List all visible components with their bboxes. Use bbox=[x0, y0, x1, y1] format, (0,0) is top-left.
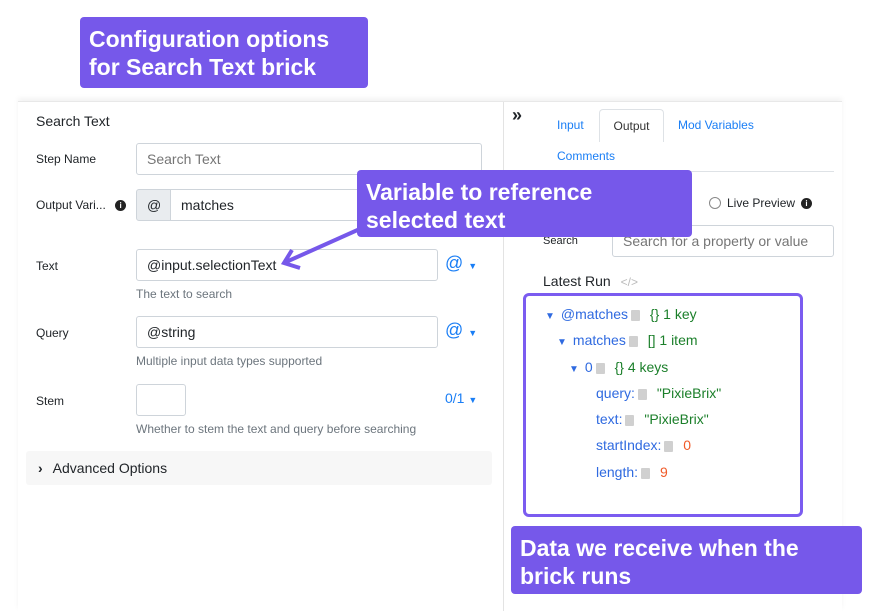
tree-leaf-length: length: 9 bbox=[596, 464, 668, 480]
tab-output[interactable]: Output bbox=[599, 109, 664, 142]
chevron-right-icon: › bbox=[38, 460, 43, 476]
stem-help: Whether to stem the text and query befor… bbox=[136, 422, 417, 436]
live-preview-radio[interactable]: Live Preview i bbox=[709, 196, 813, 210]
query-label: Query bbox=[36, 326, 69, 340]
copy-icon[interactable] bbox=[625, 414, 635, 426]
collapse-sidebar-button[interactable]: » bbox=[512, 105, 522, 126]
tab-comments[interactable]: Comments bbox=[557, 149, 615, 163]
tree-leaf-text: text: "PixieBrix" bbox=[596, 411, 709, 427]
text-field-type-toggle[interactable]: @ ▼ bbox=[445, 253, 477, 274]
tab-input[interactable]: Input bbox=[557, 118, 584, 132]
text-help: The text to search bbox=[136, 287, 233, 301]
advanced-options-toggle[interactable]: › Advanced Options bbox=[26, 451, 492, 485]
tree-node-item-0[interactable]: ▼ 0 {} 4 keys bbox=[569, 359, 668, 375]
query-field-type-toggle[interactable]: @ ▼ bbox=[445, 320, 477, 341]
tab-mod-variables[interactable]: Mod Variables bbox=[678, 118, 754, 132]
copy-icon[interactable] bbox=[628, 335, 638, 347]
text-label: Text bbox=[36, 259, 59, 273]
latest-run-heading: Latest Run </> bbox=[543, 273, 638, 289]
info-icon: i bbox=[115, 200, 127, 212]
output-variable-label: Output Vari... i bbox=[36, 198, 127, 212]
step-name-label: Step Name bbox=[36, 152, 97, 166]
annotation-data: Data we receive when the brick runs bbox=[511, 526, 862, 594]
copy-icon[interactable] bbox=[664, 440, 674, 452]
copy-icon[interactable] bbox=[641, 467, 651, 479]
copy-icon[interactable] bbox=[631, 309, 641, 321]
tree-node-matches[interactable]: ▼ matches [] 1 item bbox=[557, 332, 698, 348]
annotation-config: Configuration options for Search Text br… bbox=[80, 17, 368, 88]
copy-icon[interactable] bbox=[637, 388, 647, 400]
brick-title: Search Text bbox=[36, 113, 110, 129]
stem-toggle[interactable] bbox=[136, 384, 186, 416]
annotation-variable: Variable to reference selected text bbox=[357, 170, 692, 237]
query-help: Multiple input data types supported bbox=[136, 354, 323, 368]
stem-label: Stem bbox=[36, 394, 65, 408]
output-tree bbox=[523, 293, 803, 517]
query-input[interactable]: @string bbox=[136, 316, 438, 348]
output-variable-prefix: @ bbox=[136, 189, 171, 221]
copy-icon[interactable] bbox=[595, 362, 605, 374]
annotation-arrow bbox=[280, 226, 363, 270]
code-icon[interactable]: </> bbox=[621, 275, 638, 289]
tree-node-root[interactable]: ▼ @matches {} 1 key bbox=[545, 306, 697, 322]
stem-field-type-toggle[interactable]: 0/1 ▼ bbox=[445, 390, 477, 406]
info-icon: i bbox=[801, 197, 813, 209]
tree-leaf-start-index: startIndex: 0 bbox=[596, 437, 692, 453]
tree-leaf-query: query: "PixieBrix" bbox=[596, 385, 722, 401]
